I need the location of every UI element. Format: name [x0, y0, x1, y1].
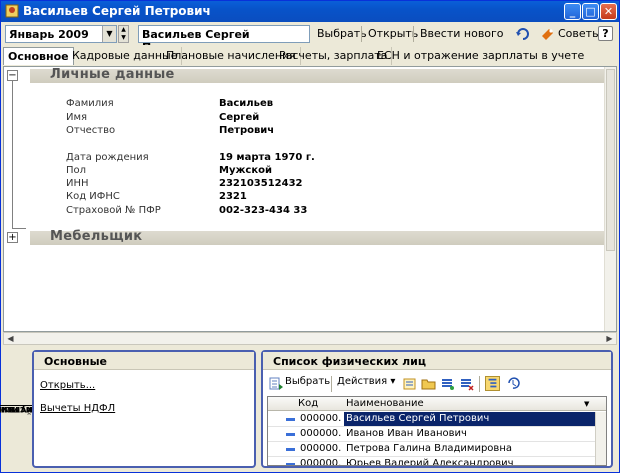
field-value: 19 марта 1970 г.: [219, 152, 315, 163]
list-select-button[interactable]: Выбрать: [285, 376, 330, 387]
item-icon: [286, 448, 295, 451]
details-area: − Личные данные Фамилия Васильев Имя Сер…: [3, 66, 617, 332]
hierarchy-icon[interactable]: [485, 376, 500, 391]
vertical-scrollbar[interactable]: [604, 67, 616, 331]
row-name: Иванов Иван Иванович: [346, 428, 467, 439]
minimize-button[interactable]: _: [564, 3, 581, 20]
sort-icon[interactable]: ▼: [584, 400, 589, 408]
field-label: ИНН: [66, 178, 89, 189]
field-label: Код ИФНС: [66, 191, 120, 202]
expand-icon[interactable]: +: [7, 232, 18, 243]
individuals-table: Код Наименование ▼ 000000... Васильев Се…: [267, 396, 607, 466]
ndfl-deductions-link[interactable]: Вычеты НДФЛ: [40, 403, 115, 414]
field-label: Дата рождения: [66, 152, 149, 163]
field-value: 2321: [219, 191, 247, 202]
close-button[interactable]: ✕: [600, 3, 617, 20]
field-label: Отчество: [66, 125, 116, 136]
period-combo[interactable]: Январь 2009 ▼: [5, 25, 117, 43]
field-label: Пол: [66, 165, 87, 176]
delete-icon[interactable]: [459, 376, 474, 391]
list-actions-label: Действия: [337, 376, 388, 387]
scroll-right-icon[interactable]: ▶: [603, 333, 616, 344]
main-actions-panel: Основные Открыть... Вычеты НДФЛ: [32, 350, 256, 468]
toolbar-separator: [331, 376, 332, 392]
table-scrollbar[interactable]: [595, 412, 606, 465]
select-icon[interactable]: [269, 376, 284, 391]
field-value: 232103512432: [219, 178, 303, 189]
tree-line: [12, 228, 26, 229]
history-icon[interactable]: [506, 376, 521, 391]
field-label: Имя: [66, 112, 88, 123]
edit-icon[interactable]: [440, 376, 455, 391]
field-label: Фамилия: [66, 98, 114, 109]
table-header: Код Наименование ▼: [268, 397, 606, 411]
individuals-list-panel: Список физических лиц Выбрать Действия ▾: [261, 350, 613, 468]
tab-main[interactable]: Основное: [3, 47, 74, 65]
table-row[interactable]: 000000... Иванов Иван Иванович: [268, 427, 606, 442]
toolbar-separator: [361, 26, 362, 42]
section-title: Личные данные: [50, 67, 175, 82]
period-spinner[interactable]: ▲ ▼: [118, 25, 129, 43]
field-value: 002-323-434 33: [219, 205, 308, 216]
table-row[interactable]: 000000... Юрьев Валерий Александрович: [268, 457, 606, 466]
enter-new-button[interactable]: Ввести нового: [416, 26, 508, 43]
item-icon: [286, 418, 295, 421]
scroll-left-icon[interactable]: ◀: [4, 333, 17, 344]
tab-esn[interactable]: ЕСН и отражение зарплаты в учете: [373, 47, 588, 65]
column-header-code[interactable]: Код: [298, 398, 318, 409]
item-icon: [286, 463, 295, 465]
field-value: Сергей: [219, 112, 260, 123]
position-header[interactable]: Мебельщик: [30, 229, 607, 245]
folder-icon[interactable]: [421, 376, 436, 391]
open-link[interactable]: Открыть...: [40, 380, 95, 391]
tab-strip: Основное Кадровые данные Плановые начисл…: [1, 45, 619, 66]
list-toolbar: Выбрать Действия ▾: [265, 374, 609, 394]
toolbar-separator: [413, 26, 414, 42]
title-bar[interactable]: Васильев Сергей Петрович _ □ ✕: [1, 1, 619, 22]
row-name: Васильев Сергей Петрович: [344, 412, 596, 426]
row-name: Петрова Галина Владимировна: [346, 443, 512, 454]
field-label: Страховой № ПФР: [66, 205, 161, 216]
row-name: Юрьев Валерий Александрович: [346, 458, 514, 466]
column-header-name[interactable]: Наименование: [346, 398, 424, 409]
main-window: Васильев Сергей Петрович _ □ ✕ Январь 20…: [0, 0, 620, 473]
row-code: 000000...: [300, 458, 342, 466]
horizontal-scrollbar[interactable]: ◀ ▶: [3, 332, 617, 345]
item-icon: [286, 433, 295, 436]
person-field[interactable]: Васильев Сергей Петрович: [138, 25, 310, 54]
collapse-icon[interactable]: −: [7, 70, 18, 81]
list-actions-menu[interactable]: Действия ▾: [337, 376, 395, 387]
panel-title: Список физических лиц: [263, 352, 611, 370]
tree-line: [12, 81, 13, 229]
actions-panel: Действия идокументы Основные Открыть... …: [0, 346, 619, 472]
refresh-icon[interactable]: [515, 26, 531, 42]
period-value: Январь 2009: [9, 28, 89, 41]
maximize-button[interactable]: □: [582, 3, 599, 20]
scroll-thumb[interactable]: [606, 69, 615, 251]
chevron-down-icon[interactable]: ▼: [102, 26, 116, 42]
field-value: Васильев: [219, 98, 274, 109]
row-code: 000000...: [300, 413, 342, 424]
row-code: 000000...: [300, 428, 342, 439]
field-value: Петрович: [219, 125, 275, 136]
personal-data-header[interactable]: Личные данные: [30, 67, 607, 83]
toolbar-separator: [479, 376, 480, 392]
section-title: Мебельщик: [50, 229, 143, 244]
panel-title: Основные: [34, 352, 254, 370]
table-row[interactable]: 000000... Васильев Сергей Петрович: [268, 412, 606, 427]
table-row[interactable]: 000000... Петрова Галина Владимировна: [268, 442, 606, 457]
window-title: Васильев Сергей Петрович: [23, 4, 211, 18]
row-code: 000000...: [300, 443, 342, 454]
add-icon[interactable]: [402, 376, 417, 391]
toolbar: Январь 2009 ▼ ▲▼ Васильев Сергей Петрови…: [1, 23, 619, 54]
field-value: Мужской: [219, 165, 273, 176]
help-button[interactable]: ?: [598, 26, 613, 41]
actions-documents-label[interactable]: Действия идокументы: [0, 350, 48, 468]
app-icon: [5, 4, 19, 18]
